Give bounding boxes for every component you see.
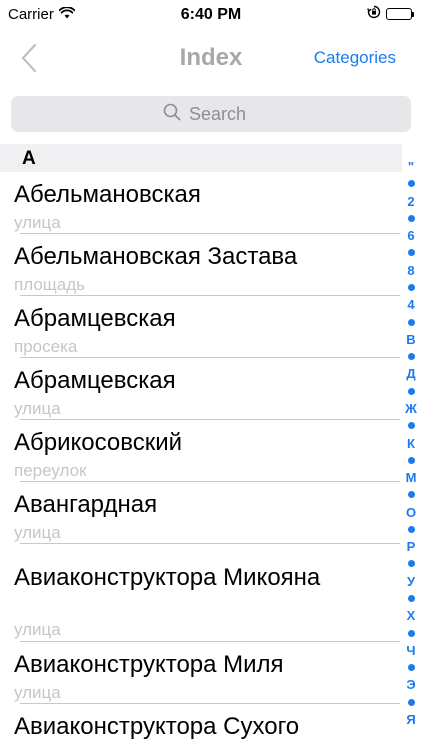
index-letter[interactable]: В bbox=[406, 333, 415, 346]
index-letter[interactable]: О bbox=[406, 506, 416, 519]
list-item[interactable]: Авиаконструктора Миля улица bbox=[0, 642, 402, 704]
street-list: Абельмановская улица Абельмановская Заст… bbox=[0, 172, 402, 750]
index-letter[interactable]: Х bbox=[407, 609, 416, 622]
index-letter[interactable]: 8 bbox=[407, 264, 414, 277]
search-icon bbox=[163, 103, 181, 126]
list-item[interactable]: Авангардная улица bbox=[0, 482, 402, 544]
list-item[interactable]: Абрамцевская улица bbox=[0, 358, 402, 420]
index-letter[interactable]: 2 bbox=[407, 195, 414, 208]
index-letter[interactable]: 6 bbox=[407, 229, 414, 242]
index-letter[interactable]: 4 bbox=[407, 298, 414, 311]
status-right bbox=[367, 5, 414, 23]
battery-icon bbox=[386, 8, 414, 20]
street-name: Абрикосовский bbox=[14, 429, 183, 456]
list-item[interactable]: Абельмановская Застава площадь bbox=[0, 234, 402, 296]
index-dot[interactable] bbox=[407, 525, 415, 533]
index-letter[interactable]: Р bbox=[407, 540, 416, 553]
list-item[interactable]: Абельмановская улица bbox=[0, 172, 402, 234]
street-type: улица bbox=[14, 399, 61, 418]
search-bar[interactable] bbox=[11, 96, 411, 132]
section-index-rail[interactable]: " 2 6 8 4 В Д Ж К М О Р У Х Ч Э Я bbox=[400, 160, 422, 726]
street-name: Абельмановская Застава bbox=[14, 243, 298, 270]
index-dot[interactable] bbox=[407, 491, 415, 499]
orientation-lock-icon bbox=[367, 5, 381, 23]
street-name: Авиаконструктора Миля bbox=[14, 651, 284, 678]
index-letter[interactable]: Э bbox=[406, 678, 415, 691]
status-time: 6:40 PM bbox=[180, 6, 242, 23]
back-button[interactable] bbox=[14, 40, 44, 76]
street-type: площадь bbox=[14, 275, 85, 294]
index-letter[interactable]: Я bbox=[406, 713, 415, 726]
chevron-left-icon bbox=[21, 43, 37, 73]
navigation-bar: Index Categories bbox=[0, 30, 422, 86]
list-item[interactable]: Абрикосовский переулок bbox=[0, 420, 402, 482]
categories-button[interactable]: Categories bbox=[314, 48, 396, 68]
index-dot[interactable] bbox=[407, 180, 415, 188]
status-bar: Carrier 6:40 PM bbox=[0, 0, 422, 30]
index-letter[interactable]: Ж bbox=[405, 402, 417, 415]
street-type: переулок bbox=[14, 461, 87, 480]
street-type: улица bbox=[14, 683, 61, 702]
street-type: просека bbox=[14, 337, 78, 356]
street-name: Абрамцевская bbox=[14, 305, 176, 332]
street-name: Авангардная bbox=[14, 491, 158, 518]
index-dot[interactable] bbox=[407, 560, 415, 568]
street-type: улица bbox=[14, 745, 61, 750]
index-dot[interactable] bbox=[407, 595, 415, 603]
street-name: Абельмановская bbox=[14, 181, 201, 208]
list-item[interactable]: Абрамцевская просека bbox=[0, 296, 402, 358]
index-dot[interactable] bbox=[407, 664, 415, 672]
street-type: улица bbox=[14, 523, 61, 542]
index-dot[interactable] bbox=[407, 353, 415, 361]
index-dot[interactable] bbox=[407, 283, 415, 291]
index-letter[interactable]: У bbox=[407, 575, 415, 588]
search-input[interactable] bbox=[189, 103, 259, 125]
index-dot[interactable] bbox=[407, 629, 415, 637]
index-letter[interactable]: Д bbox=[406, 367, 415, 380]
street-name: Авиаконструктора Сухого bbox=[14, 713, 300, 740]
street-name: Авиаконструктора Микояна bbox=[14, 564, 321, 591]
index-letter[interactable]: " bbox=[408, 160, 414, 173]
index-dot[interactable] bbox=[407, 249, 415, 257]
index-dot[interactable] bbox=[407, 214, 415, 222]
index-dot[interactable] bbox=[407, 387, 415, 395]
street-type: улица bbox=[14, 620, 61, 639]
street-type: улица bbox=[14, 213, 61, 232]
section-header: А bbox=[0, 144, 402, 172]
list-item[interactable]: Авиаконструктора Сухого улица bbox=[0, 704, 402, 750]
index-dot[interactable] bbox=[407, 698, 415, 706]
index-letter[interactable]: К bbox=[407, 437, 415, 450]
index-dot[interactable] bbox=[407, 422, 415, 430]
street-name: Абрамцевская bbox=[14, 367, 176, 394]
list-item[interactable]: Авиаконструктора Микояна улица bbox=[0, 544, 402, 642]
section-letter: А bbox=[22, 148, 36, 169]
index-letter[interactable]: Ч bbox=[406, 644, 415, 657]
index-dot[interactable] bbox=[407, 456, 415, 464]
index-dot[interactable] bbox=[407, 318, 415, 326]
index-letter[interactable]: М bbox=[406, 471, 417, 484]
